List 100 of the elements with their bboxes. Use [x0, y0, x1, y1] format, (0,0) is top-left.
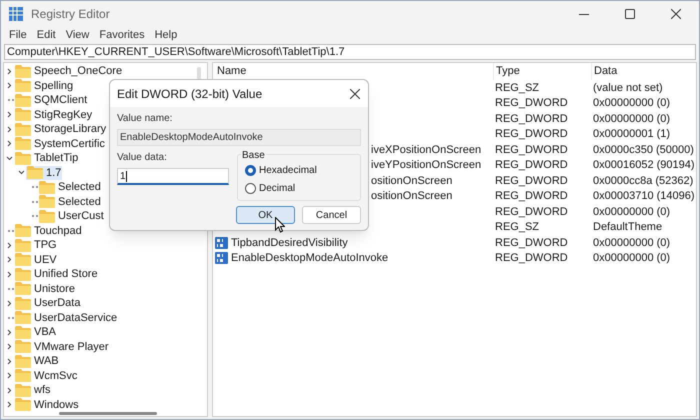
- menu-item[interactable]: Favorites: [94, 26, 150, 44]
- menu-item[interactable]: File: [4, 26, 32, 44]
- chevron-right-icon[interactable]: [6, 68, 12, 75]
- tree-item[interactable]: TabletTip: [14, 151, 80, 166]
- tree-item[interactable]: UserData: [14, 296, 82, 310]
- tree-item[interactable]: StigRegKey: [14, 108, 94, 122]
- chevron-right-icon[interactable]: [6, 270, 12, 278]
- table-cell-text: iveYPositionOnScreen: [371, 158, 482, 173]
- tree-item[interactable]: 1.7: [26, 166, 62, 180]
- table-cell-text: 0x0000c350 (50000): [592, 142, 694, 158]
- table-cell-text: REG_DWORD: [494, 174, 569, 188]
- binary-value-icon: [215, 236, 228, 249]
- column-header[interactable]: Type: [493, 63, 591, 80]
- tree-item[interactable]: UserDataService: [14, 310, 118, 325]
- column-header[interactable]: Data: [591, 63, 618, 80]
- folder-icon: [15, 79, 31, 92]
- chevron-right-icon[interactable]: [6, 343, 12, 350]
- tree-item[interactable]: WcmSvc: [14, 368, 78, 383]
- column-header[interactable]: Name: [213, 63, 493, 80]
- chevron-right-icon[interactable]: [6, 386, 12, 394]
- close-icon: [350, 88, 360, 98]
- table-cell-text: REG_DWORD: [494, 142, 569, 158]
- tree-item[interactable]: Selected: [38, 180, 102, 194]
- folder-icon: [15, 296, 31, 310]
- folder-icon: [15, 384, 31, 397]
- dialog-button[interactable]: OK: [236, 206, 295, 224]
- tree-item[interactable]: UserCust: [38, 209, 105, 224]
- tree-item[interactable]: wfs: [14, 383, 52, 398]
- table-cell-text: TipbandDesiredVisibility: [231, 236, 348, 250]
- registry-app-icon: [9, 7, 23, 21]
- tree-item[interactable]: Spelling: [14, 78, 74, 93]
- table-cell-text: 0x00000000 (0): [592, 96, 670, 111]
- chevron-down-icon[interactable]: [6, 154, 12, 162]
- folder-icon: [15, 398, 31, 412]
- chevron-right-icon[interactable]: [6, 126, 12, 133]
- table-cell-text: REG_DWORD: [494, 127, 569, 142]
- dialog-title: Edit DWORD (32-bit) Value: [117, 86, 262, 102]
- table-cell-text: REG_DWORD: [494, 96, 569, 111]
- folder-icon: [39, 210, 55, 223]
- binary-value-icon: [215, 252, 228, 264]
- tree-item[interactable]: Unistore: [14, 282, 76, 296]
- chevron-right-icon[interactable]: [6, 401, 12, 408]
- tree-item[interactable]: TPG: [14, 238, 58, 252]
- menu-item[interactable]: Edit: [32, 26, 61, 44]
- table-cell-text: REG_DWORD: [494, 158, 569, 173]
- tree-item[interactable]: Windows: [14, 398, 80, 412]
- chevron-right-icon[interactable]: [6, 358, 12, 365]
- tree-item[interactable]: Touchpad: [14, 224, 83, 238]
- folder-icon: [15, 152, 31, 165]
- close-icon: [671, 9, 681, 19]
- folder-icon: [27, 166, 43, 180]
- table-cell-text: ositionOnScreen: [371, 189, 452, 204]
- folder-icon: [15, 108, 31, 122]
- chevron-right-icon[interactable]: [6, 111, 12, 118]
- folder-icon: [15, 311, 31, 324]
- address-bar[interactable]: Computer\HKEY_CURRENT_USER\Software\Microsoft\TabletTip\1.7: [4, 44, 696, 60]
- dialog-button[interactable]: Cancel: [302, 206, 361, 224]
- window-title: Registry Editor: [31, 6, 110, 23]
- table-cell-text: ositionOnScreen: [371, 174, 452, 188]
- table-cell-text: (value not set): [592, 80, 663, 96]
- tree-item[interactable]: Speech_OneCore: [14, 64, 124, 78]
- chevron-right-icon[interactable]: [6, 300, 12, 307]
- table-cell-text: REG_DWORD: [494, 112, 569, 126]
- maximize-icon: [625, 9, 635, 19]
- tree-item[interactable]: SystemCertific: [14, 136, 106, 151]
- folder-icon: [39, 195, 55, 208]
- table-cell-text: REG_SZ: [494, 220, 540, 235]
- radio-option[interactable]: Decimal: [245, 181, 353, 196]
- table-cell-text: DefaultTheme: [592, 220, 662, 235]
- chevron-right-icon[interactable]: [6, 328, 12, 336]
- table-cell-text: 0x00000000 (0): [592, 204, 670, 220]
- chevron-down-icon[interactable]: [18, 169, 24, 176]
- chevron-right-icon[interactable]: [6, 256, 12, 264]
- folder-icon: [15, 253, 31, 266]
- tree-item[interactable]: StorageLibrary: [14, 122, 108, 136]
- menu-item[interactable]: View: [60, 26, 94, 44]
- tree-item[interactable]: VMware Player: [14, 340, 110, 354]
- chevron-right-icon[interactable]: [6, 140, 12, 148]
- folder-icon: [15, 64, 31, 78]
- tree-item[interactable]: Selected: [38, 194, 102, 209]
- table-cell-text: 0x00000000 (0): [592, 251, 670, 266]
- folder-icon: [15, 94, 31, 107]
- chevron-right-icon[interactable]: [6, 242, 12, 249]
- tree-item[interactable]: SQMClient: [14, 93, 88, 108]
- chevron-right-icon[interactable]: [6, 372, 12, 380]
- menu-item[interactable]: Help: [150, 26, 182, 44]
- folder-icon: [15, 326, 31, 339]
- tree-item[interactable]: WAB: [14, 354, 60, 368]
- horizontal-scrollbar[interactable]: [59, 412, 157, 415]
- chevron-right-icon[interactable]: [6, 82, 12, 90]
- tree-item[interactable]: VBA: [14, 325, 58, 340]
- field-label: Value name:: [117, 112, 174, 126]
- table-cell-text: REG_DWORD: [494, 251, 569, 266]
- radio-option[interactable]: Hexadecimal: [245, 163, 353, 178]
- tree-item[interactable]: Unified Store: [14, 267, 99, 282]
- table-cell-text: EnableDesktopModeAutoInvoke: [231, 251, 388, 266]
- table-cell-text: 0x0000cc8a (52362): [592, 174, 694, 188]
- tree-item[interactable]: UEV: [14, 252, 58, 267]
- value-data-field[interactable]: 1: [117, 168, 229, 185]
- folder-icon: [39, 180, 55, 194]
